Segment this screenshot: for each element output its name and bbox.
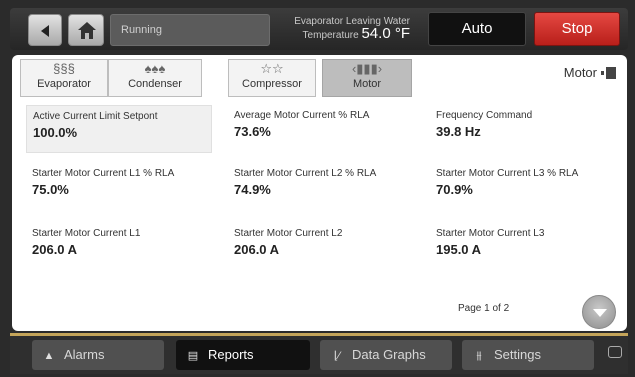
cell-l1-rla[interactable]: Starter Motor Current L1 % RLA 75.0% <box>26 163 212 211</box>
cell-value: 75.0% <box>32 182 69 197</box>
section-title: Motor <box>563 65 597 80</box>
compressor-icon: ☆☆ <box>260 61 284 76</box>
cell-label: Average Motor Current % RLA <box>234 110 370 121</box>
bell-icon: ▲ <box>43 350 55 362</box>
motor-icon <box>601 67 617 79</box>
condenser-icon: ♠♠♠ <box>144 61 166 76</box>
temperature-value: 54.0 °F <box>361 25 410 42</box>
nav-reports-label: Reports <box>208 347 254 362</box>
cell-value: 74.9% <box>234 182 271 197</box>
tab-compressor-label: Compressor <box>242 78 302 90</box>
nav-settings[interactable]: ⫵ Settings <box>462 340 594 370</box>
cell-label: Starter Motor Current L1 % RLA <box>32 168 175 179</box>
tab-motor[interactable]: ‹▮▮▮› Motor <box>322 59 412 97</box>
sliders-icon: ⫵ <box>476 350 482 362</box>
cell-l2-current[interactable]: Starter Motor Current L2 206.0 A <box>228 223 414 271</box>
tab-motor-label: Motor <box>352 78 382 90</box>
line-chart-icon: ⌊⁄ <box>333 350 341 362</box>
temperature-label-line2: Temperature <box>302 30 359 41</box>
motor-icon: ‹▮▮▮› <box>351 61 383 76</box>
cell-label: Starter Motor Current L3 <box>436 228 545 239</box>
evaporator-icon: §§§ <box>53 61 75 76</box>
nav-data-graphs[interactable]: ⌊⁄ Data Graphs <box>320 340 452 370</box>
nav-settings-label: Settings <box>494 347 541 362</box>
cell-label: Starter Motor Current L2 % RLA <box>234 168 377 179</box>
cell-label: Starter Motor Current L2 <box>234 228 343 239</box>
cell-active-current-limit[interactable]: Active Current Limit Setpont 100.0% <box>26 105 212 153</box>
cell-value: 39.8 Hz <box>436 124 481 139</box>
chat-icon[interactable] <box>608 346 622 358</box>
next-page-button[interactable] <box>582 295 616 329</box>
reports-panel: §§§ Evaporator ♠♠♠ Condenser ☆☆ Compress… <box>12 55 627 331</box>
cell-average-motor-current[interactable]: Average Motor Current % RLA 73.6% <box>228 105 414 153</box>
stop-button[interactable]: Stop <box>534 12 620 46</box>
cell-frequency-command[interactable]: Frequency Command 39.8 Hz <box>430 105 616 153</box>
home-button[interactable] <box>68 14 104 46</box>
bottom-nav: ▲ Alarms ▤ Reports ⌊⁄ Data Graphs ⫵ Settings <box>10 336 628 374</box>
cell-value: 73.6% <box>234 124 271 139</box>
cell-value: 70.9% <box>436 182 473 197</box>
tab-evaporator-label: Evaporator <box>37 78 91 90</box>
nav-data-graphs-label: Data Graphs <box>352 347 426 362</box>
nav-reports[interactable]: ▤ Reports <box>176 340 310 370</box>
tab-compressor[interactable]: ☆☆ Compressor <box>228 59 316 97</box>
page-indicator: Page 1 of 2 <box>458 303 510 314</box>
tab-condenser-label: Condenser <box>128 78 182 90</box>
tab-evaporator[interactable]: §§§ Evaporator <box>20 59 108 97</box>
status-display: Running <box>110 14 270 46</box>
back-button[interactable] <box>28 14 62 46</box>
tab-condenser[interactable]: ♠♠♠ Condenser <box>108 59 202 97</box>
nav-alarms-label: Alarms <box>64 347 105 362</box>
cell-value: 206.0 A <box>32 242 78 257</box>
cell-value: 206.0 A <box>234 242 280 257</box>
cell-l3-current[interactable]: Starter Motor Current L3 195.0 A <box>430 223 616 271</box>
back-arrow-icon <box>41 25 49 37</box>
cell-label: Starter Motor Current L1 <box>32 228 141 239</box>
cell-l2-rla[interactable]: Starter Motor Current L2 % RLA 74.9% <box>228 163 414 211</box>
cell-l1-current[interactable]: Starter Motor Current L1 206.0 A <box>26 223 212 271</box>
home-icon <box>78 22 96 39</box>
cell-label: Active Current Limit Setpont <box>33 111 158 122</box>
evaporator-temperature: Evaporator Leaving Water Temperature 54.… <box>280 16 410 42</box>
document-icon: ▤ <box>187 350 199 362</box>
cell-label: Frequency Command <box>436 110 533 121</box>
cell-l3-rla[interactable]: Starter Motor Current L3 % RLA 70.9% <box>430 163 616 211</box>
nav-alarms[interactable]: ▲ Alarms <box>32 340 164 370</box>
cell-label: Starter Motor Current L3 % RLA <box>436 168 579 179</box>
header-bar: Running Evaporator Leaving Water Tempera… <box>10 8 628 50</box>
cell-value: 195.0 A <box>436 242 482 257</box>
cell-value: 100.0% <box>33 125 78 140</box>
auto-button[interactable]: Auto <box>428 12 526 46</box>
chevron-down-icon <box>593 309 607 317</box>
